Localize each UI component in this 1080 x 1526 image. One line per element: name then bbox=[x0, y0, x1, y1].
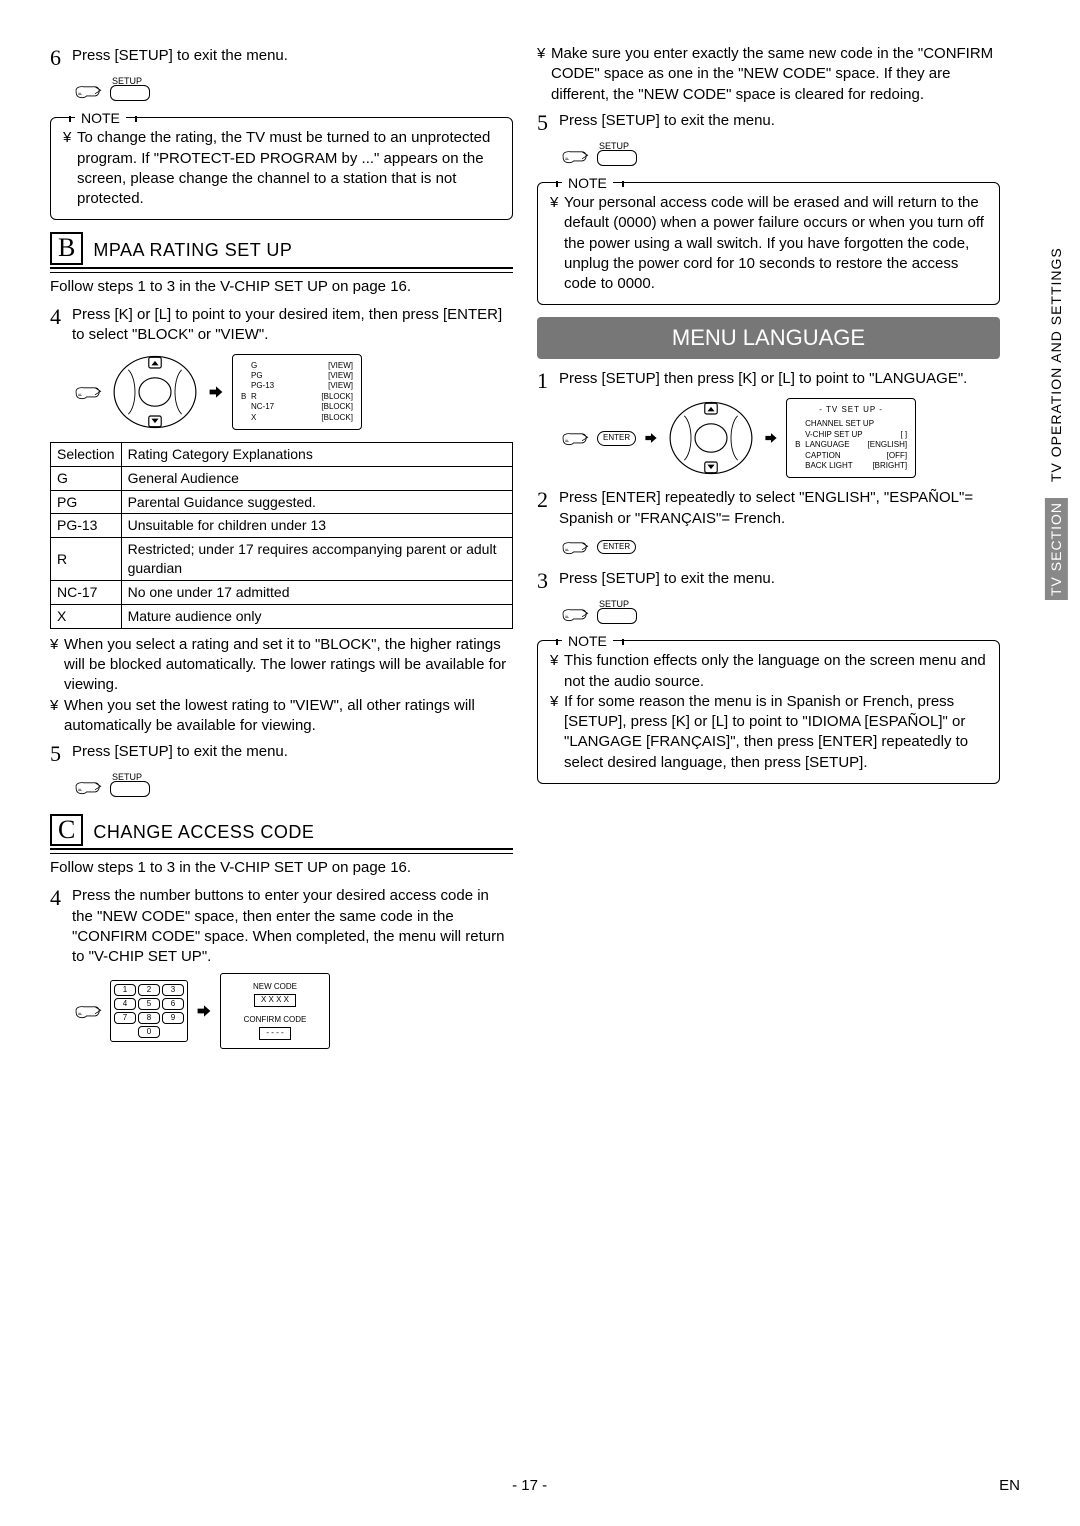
step-number: 3 bbox=[537, 569, 559, 592]
side-tab-section: TV SECTION bbox=[1045, 498, 1068, 600]
section-title: MPAA RATING SET UP bbox=[93, 238, 292, 262]
bullet-icon: ¥ bbox=[550, 692, 564, 773]
table-row: PGParental Guidance suggested. bbox=[51, 490, 513, 514]
bullet-icon: ¥ bbox=[50, 696, 64, 737]
step-number: 1 bbox=[537, 369, 559, 392]
enter-button: ENTER bbox=[597, 540, 636, 555]
table-row: GGeneral Audience bbox=[51, 466, 513, 490]
illustration-enter-dpad-screen: ENTER - TV SET UP -CHANNEL SET UPV-CHIP … bbox=[561, 398, 1000, 478]
table-header-explanations: Rating Category Explanations bbox=[121, 442, 512, 466]
table-row: XMature audience only bbox=[51, 604, 513, 628]
step-number: 5 bbox=[50, 742, 72, 765]
step-text: Press [SETUP] to exit the menu. bbox=[72, 46, 513, 69]
screen-mpaa: G[VIEW]PG[VIEW]PG-13[VIEW]BR[BLOCK]NC-17… bbox=[232, 354, 362, 430]
code-entry-screen: NEW CODE X X X X CONFIRM CODE - - - - bbox=[220, 973, 330, 1048]
note-text: Your personal access code will be erased… bbox=[564, 193, 987, 294]
step-number: 6 bbox=[50, 46, 72, 69]
section-title: CHANGE ACCESS CODE bbox=[93, 820, 314, 844]
step-text: Press [K] or [L] to point to your desire… bbox=[72, 305, 513, 346]
note-title: NOTE bbox=[562, 632, 613, 651]
step-text: Press [SETUP] to exit the menu. bbox=[559, 111, 1000, 134]
note-text: If for some reason the menu is in Spanis… bbox=[564, 692, 987, 773]
step-text: Press [ENTER] repeatedly to select "ENGL… bbox=[559, 488, 1000, 529]
bullet-icon: ¥ bbox=[550, 651, 564, 692]
left-column: 6 Press [SETUP] to exit the menu. SETUP … bbox=[50, 40, 513, 1059]
setup-button-outline bbox=[110, 85, 150, 101]
illustration-hand-enter: ENTER bbox=[561, 535, 1000, 559]
illustration-hand-setup: SETUP bbox=[561, 140, 1000, 172]
page-footer: - 17 - EN bbox=[0, 1476, 1080, 1496]
illustration-dpad-screen: G[VIEW]PG[VIEW]PG-13[VIEW]BR[BLOCK]NC-17… bbox=[74, 352, 513, 432]
step-text: Press the number buttons to enter your d… bbox=[72, 886, 513, 967]
illustration-hand-setup: SETUP bbox=[561, 598, 1000, 630]
note-box: NOTE ¥ This function effects only the la… bbox=[537, 640, 1000, 784]
section-letter: C bbox=[50, 814, 83, 847]
step-number: 4 bbox=[50, 886, 72, 967]
page-lang: EN bbox=[999, 1476, 1020, 1496]
step-number: 4 bbox=[50, 305, 72, 346]
bullet-text: When you set the lowest rating to "VIEW"… bbox=[64, 696, 513, 737]
bullet-icon: ¥ bbox=[550, 193, 564, 294]
bullet-icon: ¥ bbox=[63, 128, 77, 209]
step-text: Press [SETUP] to exit the menu. bbox=[559, 569, 1000, 592]
setup-button-outline bbox=[597, 608, 637, 624]
rating-table: Selection Rating Category Explanations G… bbox=[50, 442, 513, 629]
bullet-text: When you select a rating and set it to "… bbox=[64, 635, 513, 696]
section-c-header: C CHANGE ACCESS CODE bbox=[50, 814, 513, 851]
step-text: Press [SETUP] to exit the menu. bbox=[72, 742, 513, 765]
bullet-icon: ¥ bbox=[537, 44, 551, 105]
setup-button-outline bbox=[110, 781, 150, 797]
keypad: 1234567890 bbox=[110, 980, 188, 1042]
menu-language-banner: MENU LANGUAGE bbox=[537, 317, 1000, 359]
illustration-hand-setup: SETUP bbox=[74, 75, 513, 107]
table-row: PG-13Unsuitable for children under 13 bbox=[51, 514, 513, 538]
note-title: NOTE bbox=[562, 174, 613, 193]
section-b-header: B MPAA RATING SET UP bbox=[50, 232, 513, 269]
confirm-code-value: - - - - bbox=[259, 1027, 290, 1040]
step-text: Press [SETUP] then press [K] or [L] to p… bbox=[559, 369, 1000, 392]
bullet-icon: ¥ bbox=[50, 635, 64, 696]
new-code-label: NEW CODE bbox=[231, 982, 319, 993]
note-box: NOTE ¥ Your personal access code will be… bbox=[537, 182, 1000, 305]
note-text: To change the rating, the TV must be tur… bbox=[77, 128, 500, 209]
screen-tv-setup: - TV SET UP -CHANNEL SET UPV-CHIP SET UP… bbox=[786, 398, 916, 478]
note-title: NOTE bbox=[75, 109, 126, 128]
enter-button: ENTER bbox=[597, 431, 636, 446]
new-code-value: X X X X bbox=[254, 994, 296, 1007]
note-box: NOTE ¥ To change the rating, the TV must… bbox=[50, 117, 513, 220]
step-number: 2 bbox=[537, 488, 559, 529]
setup-button-outline bbox=[597, 150, 637, 166]
table-header-selection: Selection bbox=[51, 442, 122, 466]
illustration-hand-setup: SETUP bbox=[74, 771, 513, 803]
right-column: ¥ Make sure you enter exactly the same n… bbox=[537, 40, 1030, 1059]
section-c-intro: Follow steps 1 to 3 in the V-CHIP SET UP… bbox=[50, 858, 513, 878]
section-b-intro: Follow steps 1 to 3 in the V-CHIP SET UP… bbox=[50, 277, 513, 297]
section-letter: B bbox=[50, 232, 83, 265]
note-text: This function effects only the language … bbox=[564, 651, 987, 692]
table-row: NC-17No one under 17 admitted bbox=[51, 581, 513, 605]
bullet-text: Make sure you enter exactly the same new… bbox=[551, 44, 1000, 105]
side-tab-subsection: TV OPERATION AND SETTINGS bbox=[1047, 247, 1066, 482]
side-tab-label: TV SECTION TV OPERATION AND SETTINGS bbox=[1045, 180, 1068, 600]
table-row: RRestricted; under 17 requires accompany… bbox=[51, 538, 513, 581]
page-number: - 17 - bbox=[512, 1476, 547, 1496]
confirm-code-label: CONFIRM CODE bbox=[231, 1015, 319, 1026]
step-number: 5 bbox=[537, 111, 559, 134]
illustration-keypad-codes: 1234567890 NEW CODE X X X X CONFIRM CODE… bbox=[74, 973, 513, 1048]
